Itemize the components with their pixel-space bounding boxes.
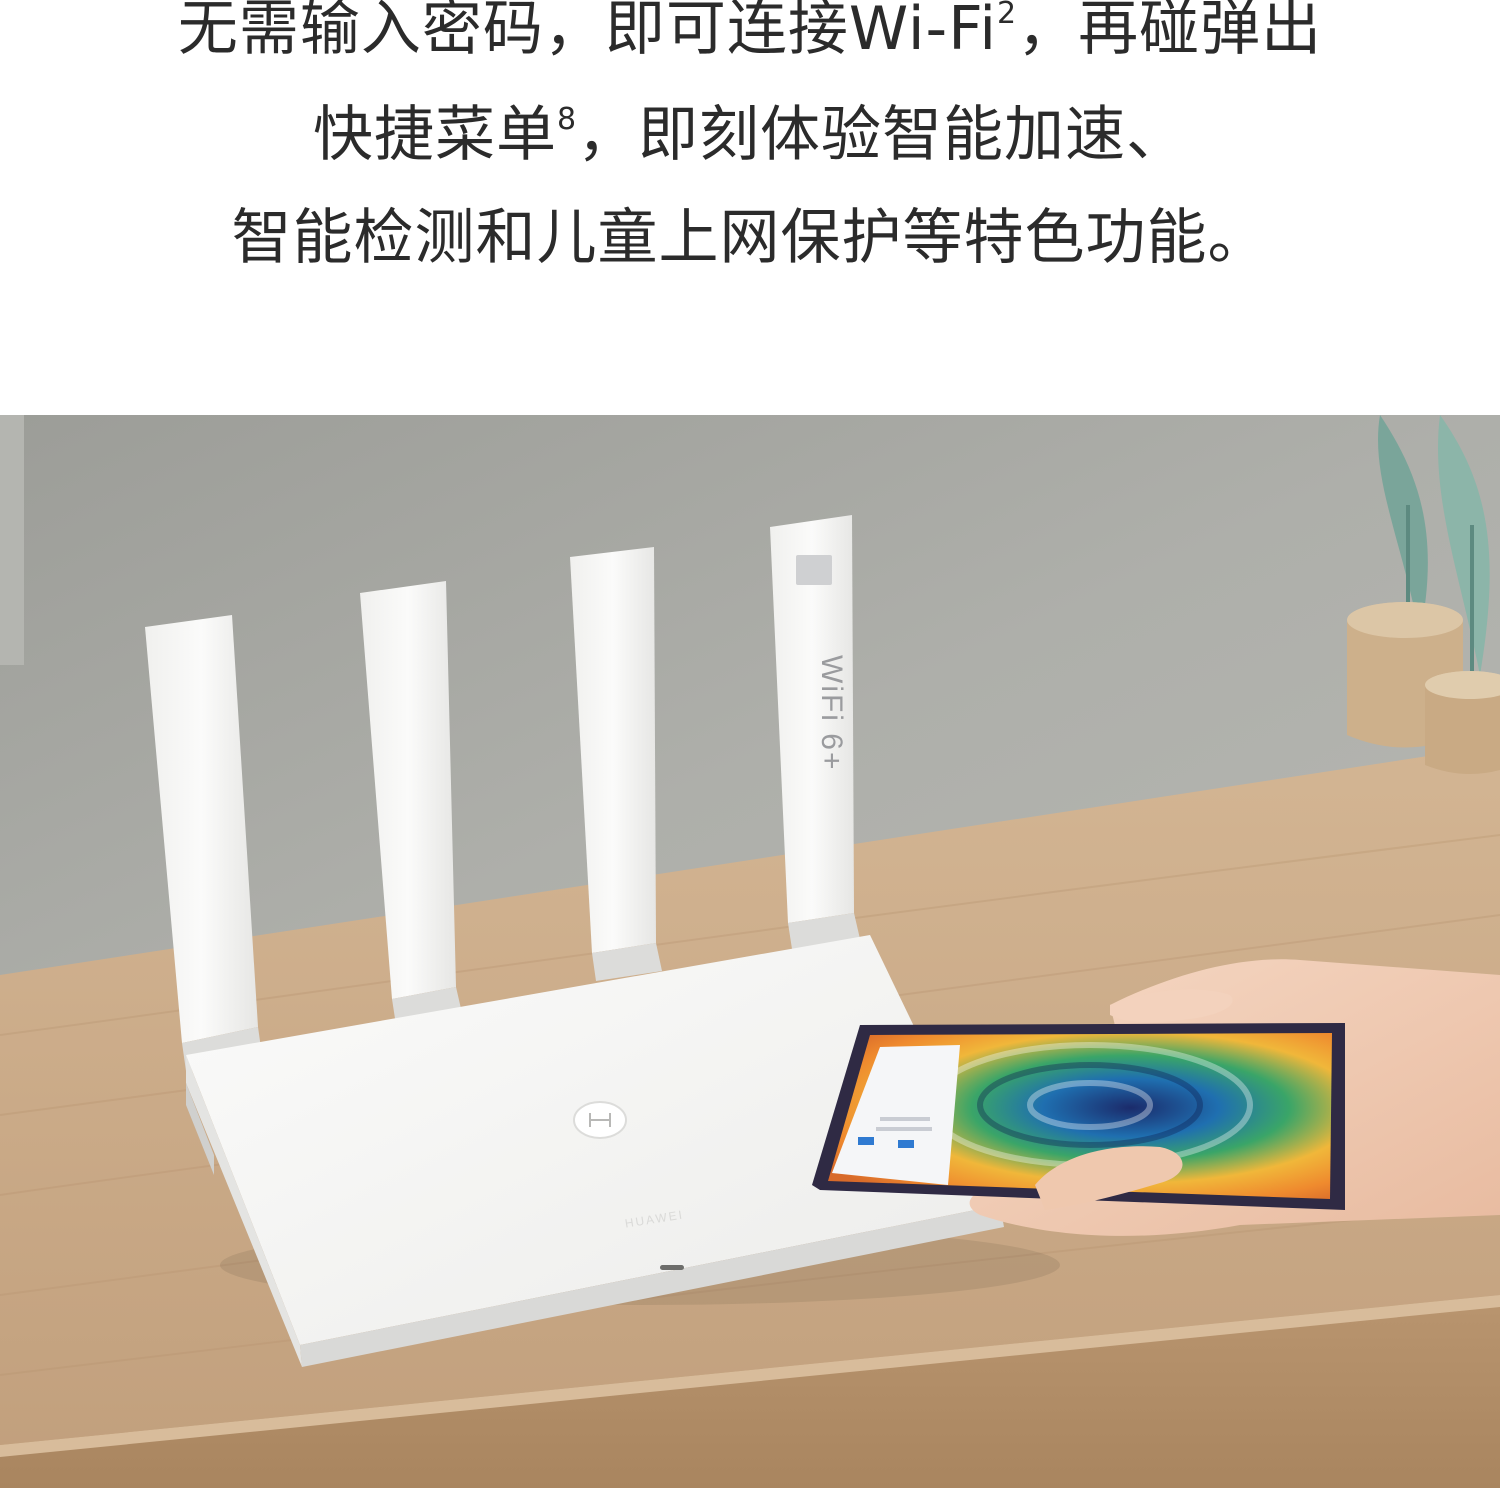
router-phone-illustration: HUAWEI WiFi 6+	[0, 415, 1500, 1488]
copy-line-3: 智能检测和儿童上网保护等特色功能。	[231, 203, 1269, 273]
feature-description: 无需输入密码，即可连接Wi-Fi2，再碰弹出 快捷菜单8，即刻体验智能加速、 智…	[0, 0, 1500, 415]
copy-line-2-text: 快捷菜单	[312, 100, 557, 170]
copy-line-1-text: 无需输入密码，即可连接Wi-Fi	[177, 0, 998, 64]
product-photo: HUAWEI WiFi 6+	[0, 415, 1500, 1488]
copy-line-2-text-end: ，即刻体验智能加速、	[577, 100, 1188, 170]
footnote-marker-2: 2	[997, 0, 1018, 31]
footnote-marker-8: 8	[556, 102, 578, 137]
copy-line-2: 快捷菜单8，即刻体验智能加速、	[0, 100, 1500, 170]
antenna-badge-text: WiFi 6+	[815, 655, 848, 772]
nfc-tag-icon	[573, 1101, 627, 1139]
copy-line-1: 无需输入密码，即可连接Wi-Fi2，再碰弹出	[0, 0, 1500, 64]
reset-port-icon	[660, 1265, 684, 1270]
copy-line-1-text-end: ，再碰弹出	[1017, 0, 1323, 64]
wall-panel	[0, 415, 24, 665]
